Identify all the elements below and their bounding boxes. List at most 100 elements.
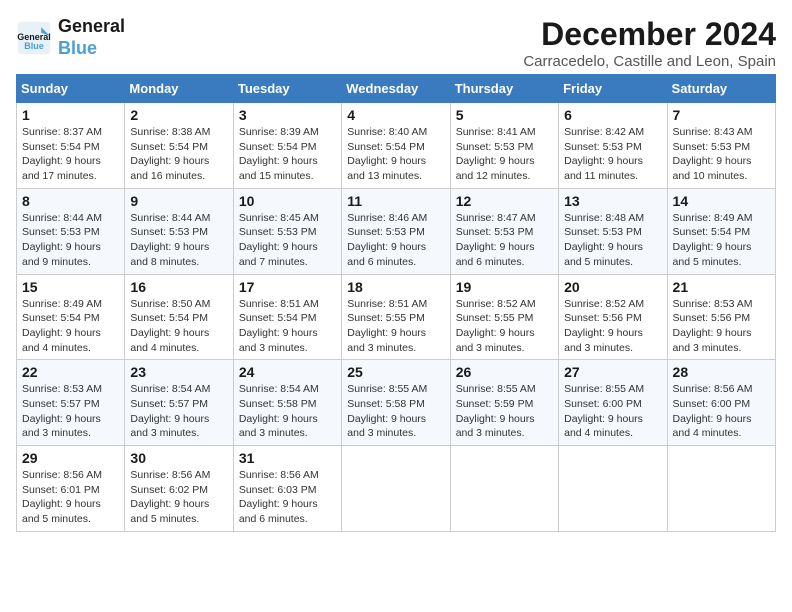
day-number: 28 bbox=[673, 364, 770, 380]
week-row-4: 29 Sunrise: 8:56 AM Sunset: 6:01 PM Dayli… bbox=[17, 446, 776, 532]
day-cell: 21 Sunrise: 8:53 AM Sunset: 5:56 PM Dayli… bbox=[667, 274, 775, 360]
day-cell: 5 Sunrise: 8:41 AM Sunset: 5:53 PM Daylig… bbox=[450, 103, 558, 189]
day-number: 15 bbox=[22, 279, 119, 295]
day-info: Sunrise: 8:38 AM Sunset: 5:54 PM Dayligh… bbox=[130, 125, 227, 184]
day-number: 13 bbox=[564, 193, 661, 209]
day-cell: 30 Sunrise: 8:56 AM Sunset: 6:02 PM Dayli… bbox=[125, 446, 233, 532]
week-row-0: 1Sunrise: 8:37 AM Sunset: 5:54 PM Daylig… bbox=[17, 103, 776, 189]
day-info: Sunrise: 8:44 AM Sunset: 5:53 PM Dayligh… bbox=[22, 211, 119, 270]
day-cell: 31 Sunrise: 8:56 AM Sunset: 6:03 PM Dayli… bbox=[233, 446, 341, 532]
week-row-3: 22 Sunrise: 8:53 AM Sunset: 5:57 PM Dayli… bbox=[17, 360, 776, 446]
day-number: 17 bbox=[239, 279, 336, 295]
day-number: 20 bbox=[564, 279, 661, 295]
day-number: 14 bbox=[673, 193, 770, 209]
day-info: Sunrise: 8:47 AM Sunset: 5:53 PM Dayligh… bbox=[456, 211, 553, 270]
day-number: 31 bbox=[239, 450, 336, 466]
day-number: 3 bbox=[239, 107, 336, 123]
day-info: Sunrise: 8:44 AM Sunset: 5:53 PM Dayligh… bbox=[130, 211, 227, 270]
day-number: 2 bbox=[130, 107, 227, 123]
day-number: 30 bbox=[130, 450, 227, 466]
day-cell bbox=[342, 446, 450, 532]
day-number: 22 bbox=[22, 364, 119, 380]
day-number: 16 bbox=[130, 279, 227, 295]
svg-text:Blue: Blue bbox=[24, 40, 44, 50]
day-info: Sunrise: 8:52 AM Sunset: 5:56 PM Dayligh… bbox=[564, 297, 661, 356]
day-number: 26 bbox=[456, 364, 553, 380]
day-info: Sunrise: 8:53 AM Sunset: 5:57 PM Dayligh… bbox=[22, 382, 119, 441]
day-cell: 26 Sunrise: 8:55 AM Sunset: 5:59 PM Dayli… bbox=[450, 360, 558, 446]
day-number: 5 bbox=[456, 107, 553, 123]
day-cell: 17 Sunrise: 8:51 AM Sunset: 5:54 PM Dayli… bbox=[233, 274, 341, 360]
day-number: 7 bbox=[673, 107, 770, 123]
day-info: Sunrise: 8:55 AM Sunset: 5:59 PM Dayligh… bbox=[456, 382, 553, 441]
day-cell: 22 Sunrise: 8:53 AM Sunset: 5:57 PM Dayli… bbox=[17, 360, 125, 446]
weekday-header-thursday: Thursday bbox=[450, 75, 558, 103]
day-cell: 8 Sunrise: 8:44 AM Sunset: 5:53 PM Daylig… bbox=[17, 188, 125, 274]
day-info: Sunrise: 8:45 AM Sunset: 5:53 PM Dayligh… bbox=[239, 211, 336, 270]
day-cell bbox=[559, 446, 667, 532]
location-title: Carracedelo, Castille and Leon, Spain bbox=[523, 53, 776, 70]
day-info: Sunrise: 8:52 AM Sunset: 5:55 PM Dayligh… bbox=[456, 297, 553, 356]
day-info: Sunrise: 8:53 AM Sunset: 5:56 PM Dayligh… bbox=[673, 297, 770, 356]
day-number: 11 bbox=[347, 193, 444, 209]
day-number: 4 bbox=[347, 107, 444, 123]
day-cell: 23 Sunrise: 8:54 AM Sunset: 5:57 PM Dayli… bbox=[125, 360, 233, 446]
day-number: 8 bbox=[22, 193, 119, 209]
week-row-1: 8 Sunrise: 8:44 AM Sunset: 5:53 PM Daylig… bbox=[17, 188, 776, 274]
day-cell: 9 Sunrise: 8:44 AM Sunset: 5:53 PM Daylig… bbox=[125, 188, 233, 274]
week-row-2: 15 Sunrise: 8:49 AM Sunset: 5:54 PM Dayli… bbox=[17, 274, 776, 360]
day-cell: 6Sunrise: 8:42 AM Sunset: 5:53 PM Daylig… bbox=[559, 103, 667, 189]
day-cell: 20 Sunrise: 8:52 AM Sunset: 5:56 PM Dayli… bbox=[559, 274, 667, 360]
day-cell: 11Sunrise: 8:46 AM Sunset: 5:53 PM Dayli… bbox=[342, 188, 450, 274]
day-number: 18 bbox=[347, 279, 444, 295]
day-info: Sunrise: 8:51 AM Sunset: 5:55 PM Dayligh… bbox=[347, 297, 444, 356]
day-info: Sunrise: 8:40 AM Sunset: 5:54 PM Dayligh… bbox=[347, 125, 444, 184]
day-cell: 29 Sunrise: 8:56 AM Sunset: 6:01 PM Dayli… bbox=[17, 446, 125, 532]
calendar-table: SundayMondayTuesdayWednesdayThursdayFrid… bbox=[16, 74, 776, 532]
day-info: Sunrise: 8:56 AM Sunset: 6:02 PM Dayligh… bbox=[130, 468, 227, 527]
weekday-header-row: SundayMondayTuesdayWednesdayThursdayFrid… bbox=[17, 75, 776, 103]
day-info: Sunrise: 8:51 AM Sunset: 5:54 PM Dayligh… bbox=[239, 297, 336, 356]
day-cell: 1Sunrise: 8:37 AM Sunset: 5:54 PM Daylig… bbox=[17, 103, 125, 189]
day-cell: 7Sunrise: 8:43 AM Sunset: 5:53 PM Daylig… bbox=[667, 103, 775, 189]
day-cell: 27Sunrise: 8:55 AM Sunset: 6:00 PM Dayli… bbox=[559, 360, 667, 446]
day-cell bbox=[667, 446, 775, 532]
title-block: December 2024 Carracedelo, Castille and … bbox=[523, 16, 776, 70]
day-cell: 16 Sunrise: 8:50 AM Sunset: 5:54 PM Dayli… bbox=[125, 274, 233, 360]
weekday-header-saturday: Saturday bbox=[667, 75, 775, 103]
day-info: Sunrise: 8:50 AM Sunset: 5:54 PM Dayligh… bbox=[130, 297, 227, 356]
weekday-header-sunday: Sunday bbox=[17, 75, 125, 103]
weekday-header-monday: Monday bbox=[125, 75, 233, 103]
day-number: 9 bbox=[130, 193, 227, 209]
day-cell: 14 Sunrise: 8:49 AM Sunset: 5:54 PM Dayli… bbox=[667, 188, 775, 274]
day-info: Sunrise: 8:39 AM Sunset: 5:54 PM Dayligh… bbox=[239, 125, 336, 184]
day-cell: 3 Sunrise: 8:39 AM Sunset: 5:54 PM Daylig… bbox=[233, 103, 341, 189]
day-info: Sunrise: 8:56 AM Sunset: 6:01 PM Dayligh… bbox=[22, 468, 119, 527]
day-number: 10 bbox=[239, 193, 336, 209]
day-info: Sunrise: 8:56 AM Sunset: 6:00 PM Dayligh… bbox=[673, 382, 770, 441]
day-number: 23 bbox=[130, 364, 227, 380]
day-info: Sunrise: 8:49 AM Sunset: 5:54 PM Dayligh… bbox=[673, 211, 770, 270]
weekday-header-friday: Friday bbox=[559, 75, 667, 103]
day-cell: 4 Sunrise: 8:40 AM Sunset: 5:54 PM Daylig… bbox=[342, 103, 450, 189]
day-info: Sunrise: 8:49 AM Sunset: 5:54 PM Dayligh… bbox=[22, 297, 119, 356]
day-number: 6 bbox=[564, 107, 661, 123]
day-cell: 12Sunrise: 8:47 AM Sunset: 5:53 PM Dayli… bbox=[450, 188, 558, 274]
day-number: 24 bbox=[239, 364, 336, 380]
month-title: December 2024 bbox=[523, 16, 776, 53]
day-number: 25 bbox=[347, 364, 444, 380]
day-cell: 24 Sunrise: 8:54 AM Sunset: 5:58 PM Dayli… bbox=[233, 360, 341, 446]
day-number: 21 bbox=[673, 279, 770, 295]
day-info: Sunrise: 8:54 AM Sunset: 5:58 PM Dayligh… bbox=[239, 382, 336, 441]
day-number: 29 bbox=[22, 450, 119, 466]
day-number: 1 bbox=[22, 107, 119, 123]
day-info: Sunrise: 8:56 AM Sunset: 6:03 PM Dayligh… bbox=[239, 468, 336, 527]
day-cell: 2 Sunrise: 8:38 AM Sunset: 5:54 PM Daylig… bbox=[125, 103, 233, 189]
day-info: Sunrise: 8:54 AM Sunset: 5:57 PM Dayligh… bbox=[130, 382, 227, 441]
page-header: General Blue GeneralBlue December 2024 C… bbox=[16, 16, 776, 70]
logo: General Blue GeneralBlue bbox=[16, 16, 125, 59]
day-info: Sunrise: 8:41 AM Sunset: 5:53 PM Dayligh… bbox=[456, 125, 553, 184]
day-info: Sunrise: 8:48 AM Sunset: 5:53 PM Dayligh… bbox=[564, 211, 661, 270]
day-cell: 25Sunrise: 8:55 AM Sunset: 5:58 PM Dayli… bbox=[342, 360, 450, 446]
weekday-header-tuesday: Tuesday bbox=[233, 75, 341, 103]
